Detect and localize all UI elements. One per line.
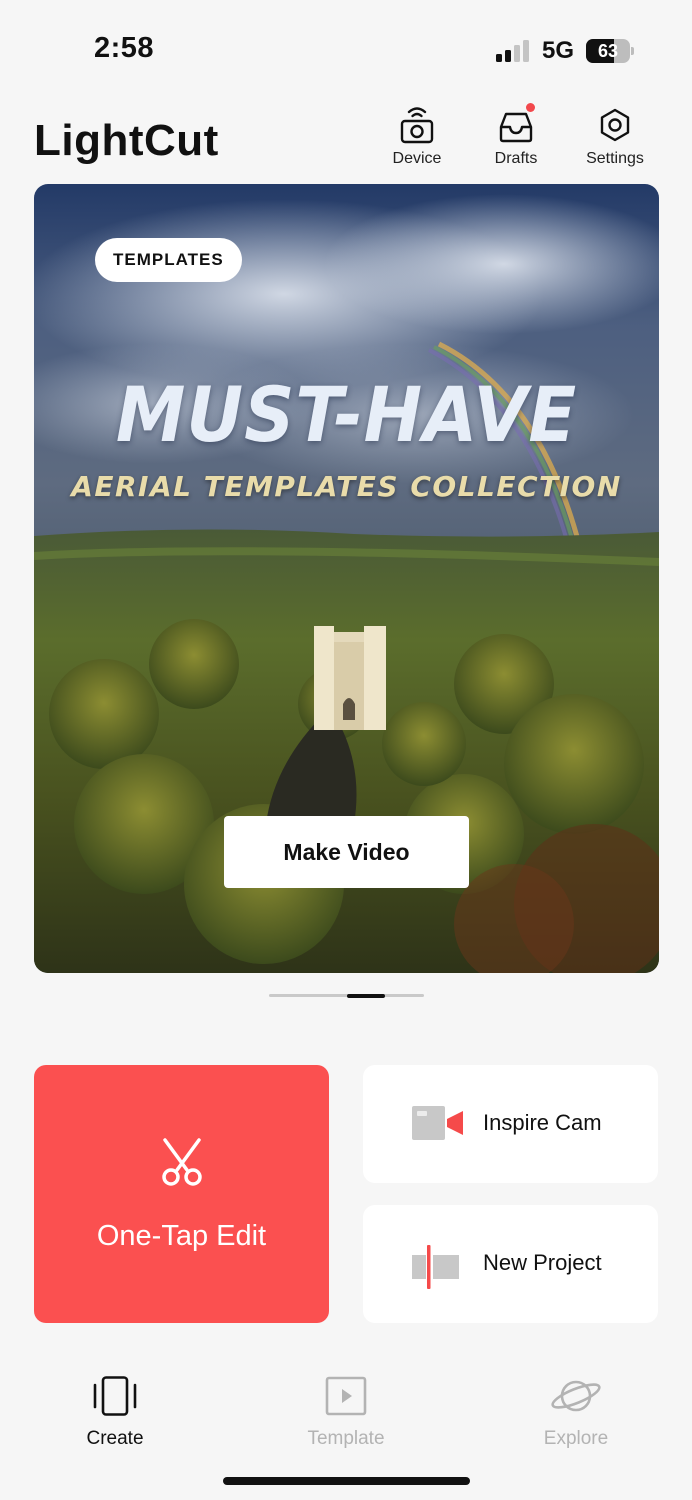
drafts-badge (526, 103, 535, 112)
timeline-icon (412, 1245, 459, 1289)
tab-explore[interactable]: Explore (516, 1376, 636, 1450)
drafts-button[interactable]: Drafts (471, 103, 561, 168)
video-camera-icon (412, 1106, 463, 1140)
settings-hexagon-icon (600, 108, 630, 142)
home-indicator[interactable] (223, 1477, 470, 1485)
new-project-label: New Project (483, 1250, 602, 1275)
settings-label: Settings (586, 150, 644, 167)
banner-headline: MUST-HAVE (115, 370, 578, 459)
inspire-cam-button[interactable]: Inspire Cam (363, 1065, 658, 1183)
pager-active-indicator (346, 993, 386, 998)
network-type: 5G (542, 37, 575, 64)
tab-create-label: Create (86, 1428, 144, 1449)
one-tap-edit-label: One-Tap Edit (96, 1220, 267, 1252)
drafts-label: Drafts (494, 150, 538, 167)
status-time: 2:58 (94, 32, 155, 64)
battery-icon: 63 (586, 39, 634, 63)
settings-button[interactable]: Settings (570, 106, 660, 168)
template-play-icon (325, 1376, 367, 1416)
new-project-button[interactable]: New Project (363, 1205, 658, 1323)
make-video-button[interactable]: Make Video (224, 816, 469, 888)
banner-pager (269, 993, 424, 998)
tab-explore-label: Explore (543, 1428, 609, 1449)
status-bar: 2:58 5G 63 (0, 0, 692, 100)
tab-template-label: Template (307, 1428, 385, 1449)
tab-template[interactable]: Template (286, 1376, 406, 1450)
device-label: Device (392, 150, 442, 167)
banner-subline: AERIAL TEMPLATES COLLECTION (71, 470, 622, 503)
inspire-cam-label: Inspire Cam (483, 1110, 602, 1135)
battery-level: 63 (597, 41, 619, 61)
tab-create[interactable]: Create (55, 1376, 175, 1450)
cellular-signal-icon (496, 40, 529, 62)
app-title: LightCut (34, 116, 219, 165)
create-icon (93, 1376, 137, 1416)
tab-bar: Create Template Explore (0, 1370, 692, 1460)
template-banner[interactable]: TEMPLATES MUST-HAVE AERIAL TEMPLATES COL… (34, 184, 659, 973)
scissors-icon (162, 1138, 202, 1186)
device-button[interactable]: Device (372, 106, 462, 168)
planet-icon (551, 1380, 601, 1412)
one-tap-edit-button[interactable]: One-Tap Edit (34, 1065, 329, 1323)
device-camera-icon (400, 107, 434, 144)
banner-tag: TEMPLATES (95, 238, 242, 282)
